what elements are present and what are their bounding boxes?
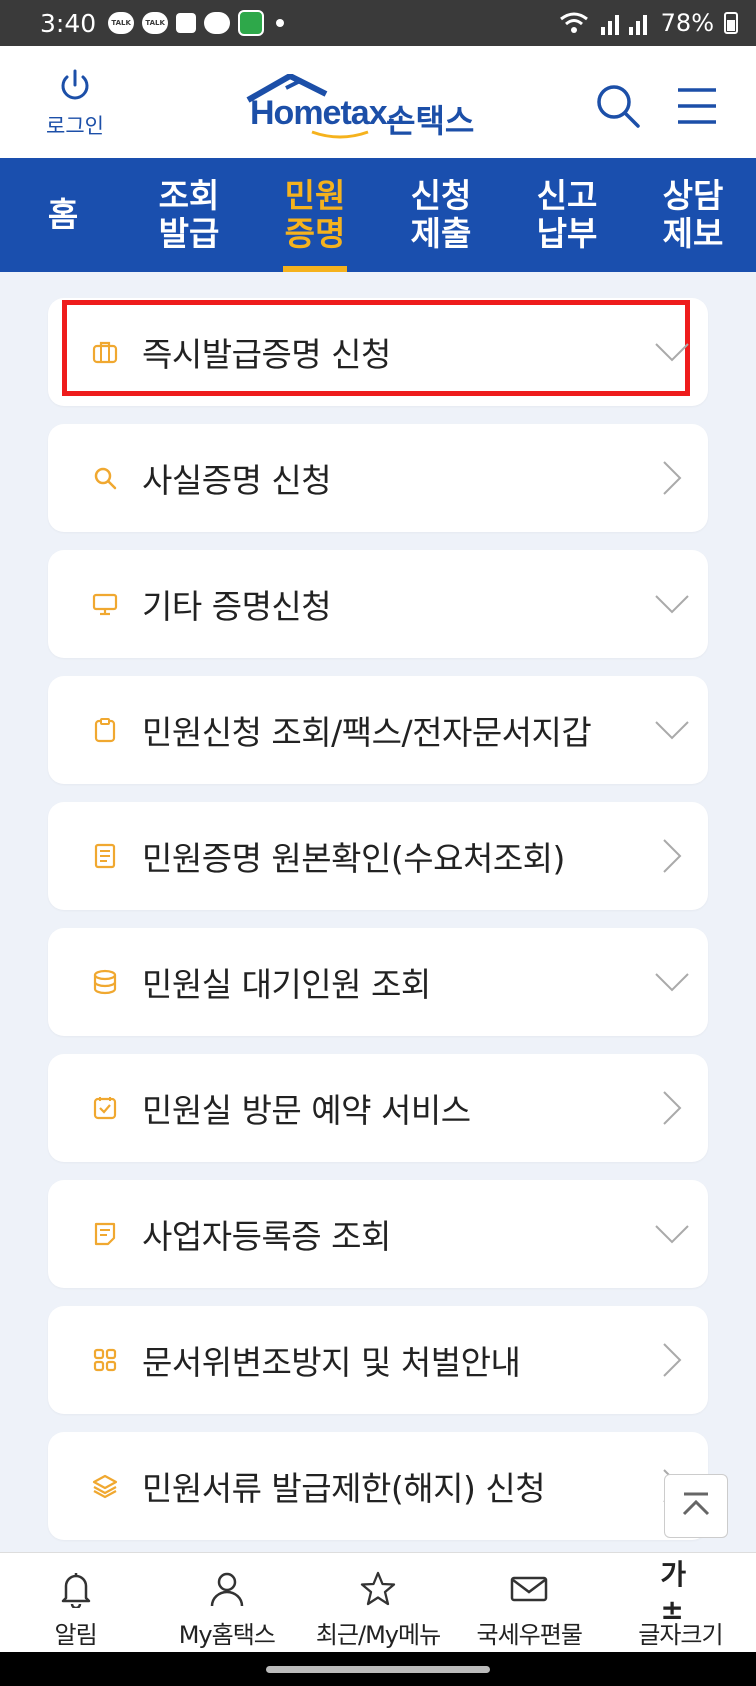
font-size-icon: 가± — [660, 1557, 687, 1626]
battery-icon — [724, 12, 738, 34]
mail-icon — [509, 1569, 549, 1609]
menu-item-label: 사업자등록증 조회 — [142, 1217, 391, 1256]
chevron-down-icon[interactable] — [654, 712, 690, 748]
power-icon — [61, 69, 89, 100]
bottom-tab-tax-mail[interactable]: 국세우편물 — [454, 1553, 605, 1652]
signal-icon — [600, 15, 647, 35]
menu-item-label: 민원신청 조회/팩스/전자문서지갑 — [142, 713, 592, 752]
hometax-logo[interactable]: Hometax. 손택스 — [246, 74, 516, 140]
menu-item-application-inquiry[interactable]: 민원신청 조회/팩스/전자문서지갑 — [48, 676, 708, 784]
monitor-icon — [90, 589, 120, 619]
hamburger-icon — [678, 88, 716, 124]
chevron-down-icon[interactable] — [654, 964, 690, 1000]
chevron-down-icon[interactable] — [654, 1216, 690, 1252]
document-icon — [90, 841, 120, 871]
chevron-down-icon[interactable] — [654, 334, 690, 370]
menu-item-label: 사실증명 신청 — [142, 461, 332, 500]
chevron-right-icon[interactable] — [654, 460, 690, 496]
app-header: 로그인 Hometax. 손택스 — [0, 46, 756, 158]
scroll-top-button[interactable] — [664, 1474, 728, 1538]
menu-item-label: 기타 증명신청 — [142, 587, 332, 626]
menu-item-forgery-prevention[interactable]: 문서위변조방지 및 처벌안내 — [48, 1306, 708, 1414]
menu-item-other-certificate[interactable]: 기타 증명신청 — [48, 550, 708, 658]
menu-list: 즉시발급증명 신청 사실증명 신청 기타 증명신청 민원신청 조회/팩스/전자문… — [48, 298, 708, 1558]
star-icon — [358, 1569, 398, 1609]
chevron-right-icon[interactable] — [654, 1090, 690, 1126]
bottom-tab-label: 글자크기 — [638, 1621, 723, 1649]
menu-item-label: 민원서류 발급제한(해지) 신청 — [142, 1469, 546, 1508]
menu-item-fact-certificate[interactable]: 사실증명 신청 — [48, 424, 708, 532]
main-nav: 홈 조회 발급 민원 증명 신청 제출 신고 납부 상담 제보 — [0, 158, 756, 272]
hamburger-menu-button[interactable] — [676, 86, 718, 126]
menu-item-label: 민원실 대기인원 조회 — [142, 965, 431, 1004]
calendar-check-icon — [90, 1093, 120, 1123]
highlight-box — [62, 300, 690, 396]
talk-notification-icon-2: TALK — [142, 12, 169, 34]
clipboard-icon — [90, 715, 120, 745]
status-right: 78% — [559, 9, 738, 37]
person-icon — [207, 1569, 247, 1609]
menu-item-business-registration[interactable]: 사업자등록증 조회 — [48, 1180, 708, 1288]
search-button[interactable] — [594, 82, 642, 130]
bottom-tab-my-hometax[interactable]: My홈택스 — [151, 1553, 302, 1652]
chevron-up-icon — [682, 1492, 710, 1516]
status-time: 3:40 — [40, 8, 97, 38]
system-gesture-bar — [0, 1652, 756, 1686]
bottom-tab-recent-menu[interactable]: 최근/My메뉴 — [302, 1553, 453, 1652]
bottom-tab-label: 최근/My메뉴 — [315, 1621, 441, 1649]
chevron-down-icon[interactable] — [654, 586, 690, 622]
bottom-tab-font-size[interactable]: 가± 글자크기 — [605, 1553, 756, 1652]
bottom-tab-bar: 알림 My홈택스 최근/My메뉴 국세우편물 가± 글자크기 — [0, 1552, 756, 1652]
menu-item-waiting-count[interactable]: 민원실 대기인원 조회 — [48, 928, 708, 1036]
tab-inquiry-issue[interactable]: 조회 발급 — [126, 158, 252, 272]
tab-home[interactable]: 홈 — [0, 158, 126, 272]
search-icon — [597, 85, 640, 128]
chevron-right-icon[interactable] — [654, 1342, 690, 1378]
status-bar: 3:40 TALK TALK 78% — [0, 0, 756, 46]
talk-notification-icon: TALK — [108, 12, 135, 34]
menu-item-label: 문서위변조방지 및 처벌안내 — [142, 1343, 521, 1382]
database-icon — [90, 967, 120, 997]
bell-icon — [56, 1569, 96, 1609]
tab-report-pay[interactable]: 신고 납부 — [504, 158, 630, 272]
home-gesture-handle[interactable] — [266, 1666, 490, 1673]
menu-item-label: 민원증명 원본확인(수요처조회) — [142, 839, 565, 878]
tab-consult-report[interactable]: 상담 제보 — [630, 158, 756, 272]
login-label: 로그인 — [46, 114, 104, 138]
more-notifications-dot-icon — [276, 19, 285, 27]
menu-item-label: 민원실 방문 예약 서비스 — [142, 1091, 471, 1130]
menu-item-visit-reservation[interactable]: 민원실 방문 예약 서비스 — [48, 1054, 708, 1162]
search-icon — [90, 463, 120, 493]
cloud-notification-icon — [204, 12, 231, 34]
green-app-notification-icon — [238, 10, 265, 36]
notification-icons: TALK TALK — [108, 10, 285, 36]
menu-item-instant-certificate[interactable]: 즉시발급증명 신청 — [48, 298, 708, 406]
wifi-icon — [559, 12, 588, 33]
menu-item-issuance-restriction[interactable]: 민원서류 발급제한(해지) 신청 — [48, 1432, 708, 1540]
bottom-tab-label: 국세우편물 — [476, 1621, 583, 1649]
chevron-right-icon[interactable] — [654, 838, 690, 874]
logo-text: Hometax. — [250, 94, 396, 132]
login-button[interactable]: 로그인 — [38, 68, 112, 140]
bottom-tab-alerts[interactable]: 알림 — [0, 1553, 151, 1652]
grid-icon — [90, 1345, 120, 1375]
logo-swoosh-icon — [311, 130, 369, 139]
battery-percent: 78% — [660, 9, 714, 37]
tab-civil-certificate[interactable]: 민원 증명 — [252, 158, 378, 272]
layers-icon — [90, 1471, 120, 1501]
bottom-tab-label: My홈택스 — [178, 1621, 276, 1649]
logo-korean-text: 손택스 — [386, 102, 475, 140]
app-notification-icon — [176, 13, 197, 33]
note-icon — [90, 1219, 120, 1249]
bottom-tab-label: 알림 — [54, 1621, 98, 1649]
tab-apply-submit[interactable]: 신청 제출 — [378, 158, 504, 272]
menu-item-original-verification[interactable]: 민원증명 원본확인(수요처조회) — [48, 802, 708, 910]
